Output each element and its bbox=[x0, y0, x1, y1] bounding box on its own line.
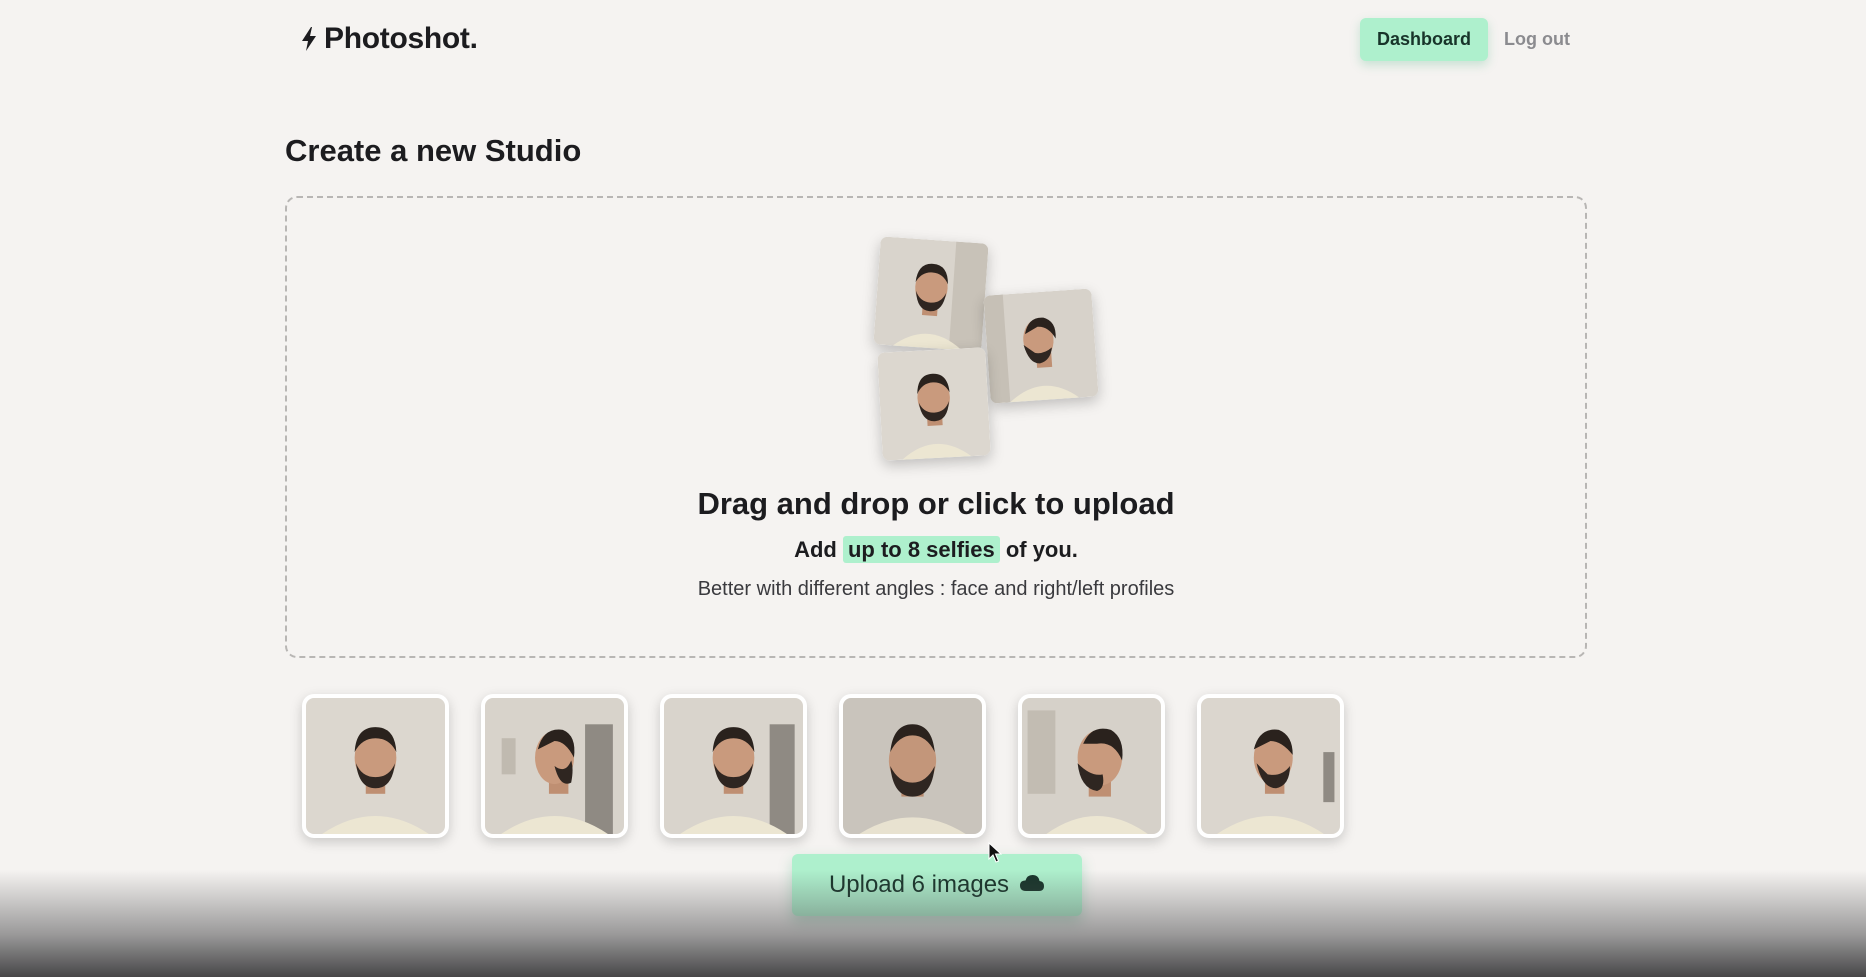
thumbnail[interactable] bbox=[302, 694, 449, 838]
illustration-photo bbox=[877, 347, 991, 461]
selfie-stack-illustration bbox=[873, 236, 1117, 480]
uploaded-thumbnails bbox=[302, 694, 1344, 838]
app-logo[interactable]: Photoshot. bbox=[300, 22, 478, 56]
dropzone-subheading: Add up to 8 selfies of you. bbox=[287, 536, 1585, 563]
dropzone-hint: Better with different angles : face and … bbox=[697, 578, 1175, 600]
illustration-photo bbox=[983, 288, 1099, 404]
illustration-photo bbox=[873, 236, 989, 352]
upload-images-button[interactable]: Upload 6 images bbox=[792, 854, 1082, 916]
app-header: Photoshot. Dashboard Log out bbox=[0, 0, 1866, 80]
thumbnail[interactable] bbox=[1018, 694, 1165, 838]
mouse-pointer-icon bbox=[988, 841, 1003, 869]
thumbnail[interactable] bbox=[1197, 694, 1344, 838]
selfie-image bbox=[843, 698, 982, 834]
dropzone-sub-before: Add bbox=[794, 537, 837, 562]
selfie-image bbox=[1022, 698, 1161, 834]
selfie-image bbox=[485, 698, 624, 834]
page-title: Create a new Studio bbox=[285, 133, 582, 168]
dropzone-sub-highlight: up to 8 selfies bbox=[842, 536, 1000, 563]
selfie-image bbox=[664, 698, 803, 834]
upload-dropzone[interactable]: Drag and drop or click to upload Add up … bbox=[285, 196, 1587, 658]
selfie-image bbox=[1201, 698, 1340, 834]
dashboard-button[interactable]: Dashboard bbox=[1359, 18, 1489, 61]
header-nav: Dashboard Log out bbox=[1359, 18, 1576, 61]
thumbnail[interactable] bbox=[660, 694, 807, 838]
lightning-bolt-icon bbox=[300, 26, 318, 52]
dropzone-heading: Drag and drop or click to upload bbox=[697, 486, 1175, 521]
thumbnail[interactable] bbox=[481, 694, 628, 838]
upload-button-label: Upload 6 images bbox=[828, 871, 1010, 898]
selfie-image bbox=[306, 698, 445, 834]
logout-link[interactable]: Log out bbox=[1498, 29, 1576, 50]
logo-text: Photoshot. bbox=[324, 22, 478, 55]
cloud-icon bbox=[1019, 874, 1045, 897]
thumbnail[interactable] bbox=[839, 694, 986, 838]
dropzone-sub-after: of you. bbox=[1005, 537, 1078, 562]
